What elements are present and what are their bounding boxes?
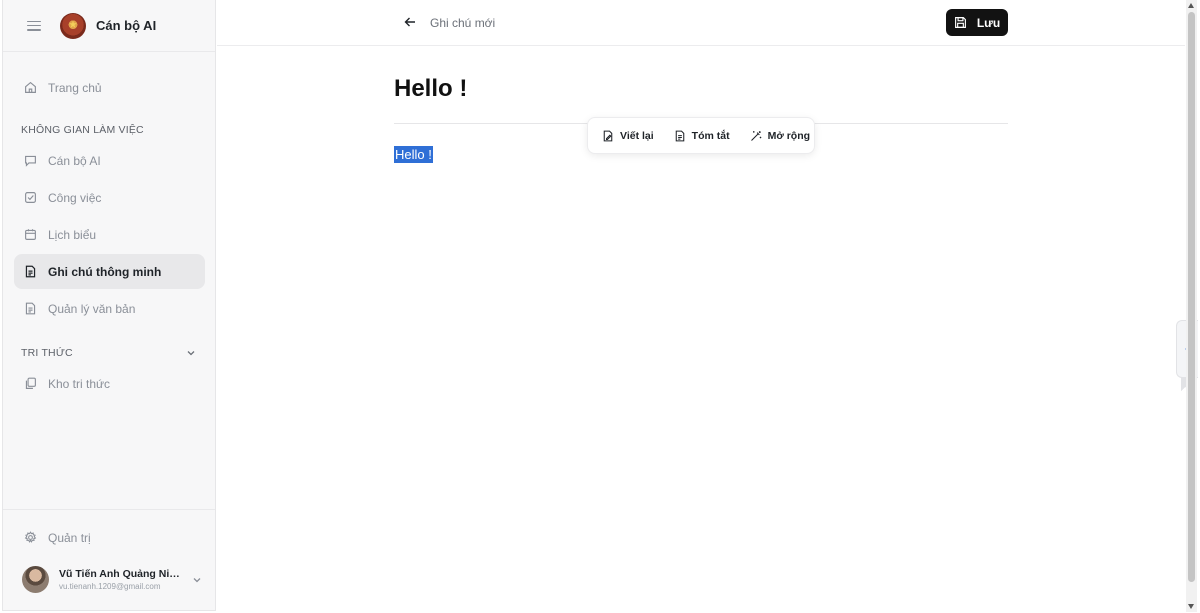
gear-icon bbox=[24, 531, 37, 544]
scroll-up-arrow-icon[interactable] bbox=[1188, 3, 1194, 8]
section-label: TRI THỨC bbox=[21, 347, 73, 359]
home-icon bbox=[24, 81, 37, 94]
copy-icon bbox=[24, 377, 37, 390]
note-icon bbox=[24, 265, 37, 278]
avatar bbox=[22, 566, 49, 593]
user-info: Vũ Tiến Anh Quảng Nin... vu.tienanh.1209… bbox=[59, 568, 184, 591]
user-email: vu.tienanh.1209@gmail.com bbox=[59, 582, 161, 591]
rewrite-button[interactable]: Viết lại bbox=[602, 130, 654, 142]
note-topbar: Ghi chú mới Lưu bbox=[217, 0, 1185, 46]
save-icon bbox=[954, 16, 967, 29]
expand-button[interactable]: Mở rộng bbox=[750, 130, 810, 142]
summarize-button[interactable]: Tóm tắt bbox=[674, 130, 730, 142]
document-icon bbox=[674, 130, 686, 142]
rewrite-label: Viết lại bbox=[620, 129, 654, 142]
user-name: Vũ Tiến Anh Quảng Nin... bbox=[59, 568, 184, 580]
scroll-down-arrow-icon[interactable] bbox=[1188, 604, 1194, 609]
calendar-icon bbox=[24, 228, 37, 241]
back-arrow-icon[interactable] bbox=[403, 15, 417, 29]
sidebar-item-label: Trang chủ bbox=[48, 80, 102, 95]
sidebar-item-label: Ghi chú thông minh bbox=[48, 264, 162, 279]
checkbox-icon bbox=[24, 191, 37, 204]
menu-icon[interactable] bbox=[27, 20, 41, 31]
sidebar-item-smart-notes[interactable]: Ghi chú thông minh bbox=[14, 254, 205, 289]
section-workspace: KHÔNG GIAN LÀM VIỆC bbox=[3, 117, 215, 143]
section-label: KHÔNG GIAN LÀM VIỆC bbox=[21, 124, 144, 136]
chevron-down-icon[interactable] bbox=[186, 348, 196, 358]
document-icon bbox=[24, 302, 37, 315]
chevron-down-icon[interactable] bbox=[192, 575, 202, 585]
sidebar-item-label: Công việc bbox=[48, 190, 102, 205]
ai-text-toolbar: Viết lại Tóm tắt Mở rộng bbox=[587, 117, 815, 154]
user-profile[interactable]: Vũ Tiến Anh Quảng Nin... vu.tienanh.1209… bbox=[22, 566, 202, 593]
scroll-thumb[interactable] bbox=[1188, 12, 1195, 582]
sidebar-nav: Trang chủ KHÔNG GIAN LÀM VIỆC Cán bộ AI … bbox=[3, 70, 215, 403]
section-knowledge[interactable]: TRI THỨC bbox=[3, 340, 215, 366]
sidebar-item-knowledge-base[interactable]: Kho tri thức bbox=[14, 366, 205, 401]
emblem-logo bbox=[60, 12, 86, 39]
save-button[interactable]: Lưu bbox=[946, 9, 1008, 36]
sidebar-item-tasks[interactable]: Công việc bbox=[14, 180, 205, 215]
sidebar-item-admin[interactable]: Quản trị bbox=[14, 520, 207, 555]
sidebar-item-documents[interactable]: Quản lý văn bản bbox=[14, 291, 205, 326]
sidebar-item-label: Quản lý văn bản bbox=[48, 301, 136, 316]
selected-text[interactable]: Hello ! bbox=[394, 146, 433, 163]
rewrite-icon bbox=[602, 130, 614, 142]
scrollbar[interactable] bbox=[1186, 0, 1197, 612]
note-heading[interactable]: Hello ! bbox=[394, 75, 467, 103]
summarize-label: Tóm tắt bbox=[691, 129, 730, 142]
sidebar-item-label: Kho tri thức bbox=[48, 376, 111, 391]
note-title: Ghi chú mới bbox=[430, 16, 496, 30]
sidebar-item-label: Cán bộ AI bbox=[48, 153, 101, 168]
sidebar-item-label: Lịch biểu bbox=[48, 227, 97, 242]
sidebar: Cán bộ AI Trang chủ KHÔNG GIAN LÀM VIỆC … bbox=[2, 0, 216, 611]
expand-label: Mở rộng bbox=[767, 129, 811, 142]
sidebar-item-ai-officer[interactable]: Cán bộ AI bbox=[14, 143, 205, 178]
note-body-editor[interactable]: Hello ! bbox=[394, 146, 433, 164]
brand-name: Cán bộ AI bbox=[96, 18, 157, 33]
sidebar-item-home[interactable]: Trang chủ bbox=[14, 70, 205, 105]
save-button-label: Lưu bbox=[976, 15, 1001, 30]
sidebar-footer: Quản trị Vũ Tiến Anh Quảng Nin... vu.tie… bbox=[3, 509, 215, 610]
sidebar-header: Cán bộ AI bbox=[3, 0, 215, 52]
chat-icon bbox=[24, 154, 37, 167]
sidebar-item-calendar[interactable]: Lịch biểu bbox=[14, 217, 205, 252]
magic-wand-icon bbox=[750, 130, 762, 142]
sidebar-item-label: Quản trị bbox=[48, 530, 91, 545]
